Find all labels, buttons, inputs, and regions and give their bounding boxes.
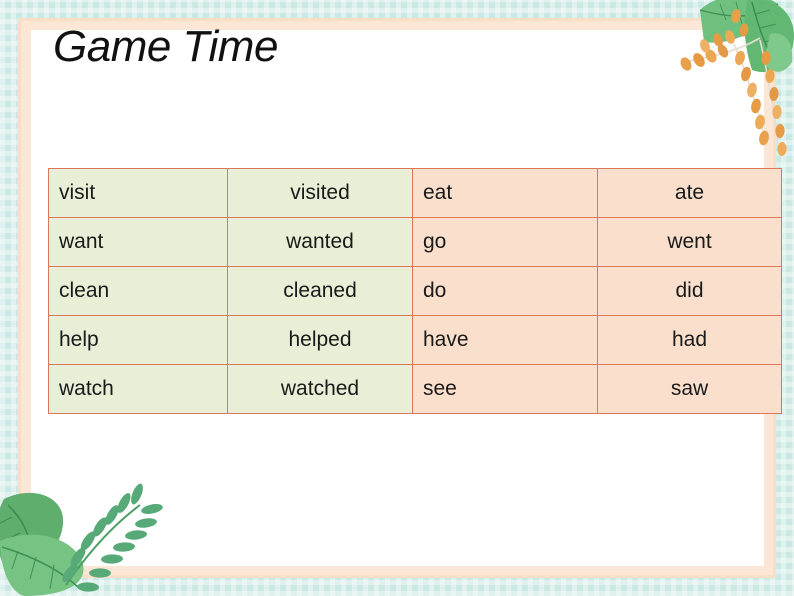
cell-regular-base: help (48, 315, 228, 365)
table-row: visit visited eat ate (48, 168, 782, 218)
cell-regular-base: watch (48, 364, 228, 414)
cell-regular-past: watched (227, 364, 413, 414)
cell-regular-past: wanted (227, 217, 413, 267)
table-row: want wanted go went (48, 217, 782, 267)
cell-regular-base: visit (48, 168, 228, 218)
cell-irregular-base: eat (412, 168, 598, 218)
cell-regular-past: visited (227, 168, 413, 218)
cell-irregular-past: went (597, 217, 782, 267)
cell-regular-past: helped (227, 315, 413, 365)
slide-canvas: Game Time visit visited eat ate want wan… (0, 0, 794, 596)
cell-regular-past: cleaned (227, 266, 413, 316)
cell-irregular-base: do (412, 266, 598, 316)
table-row: watch watched see saw (48, 364, 782, 414)
cell-regular-base: clean (48, 266, 228, 316)
cell-irregular-past: saw (597, 364, 782, 414)
cell-irregular-past: did (597, 266, 782, 316)
verb-tense-table: visit visited eat ate want wanted go wen… (48, 168, 782, 414)
cell-irregular-base: have (412, 315, 598, 365)
cell-irregular-past: had (597, 315, 782, 365)
cell-irregular-base: see (412, 364, 598, 414)
cell-regular-base: want (48, 217, 228, 267)
cell-irregular-past: ate (597, 168, 782, 218)
cell-irregular-base: go (412, 217, 598, 267)
page-title: Game Time (53, 22, 278, 71)
table-row: clean cleaned do did (48, 266, 782, 316)
table-row: help helped have had (48, 315, 782, 365)
